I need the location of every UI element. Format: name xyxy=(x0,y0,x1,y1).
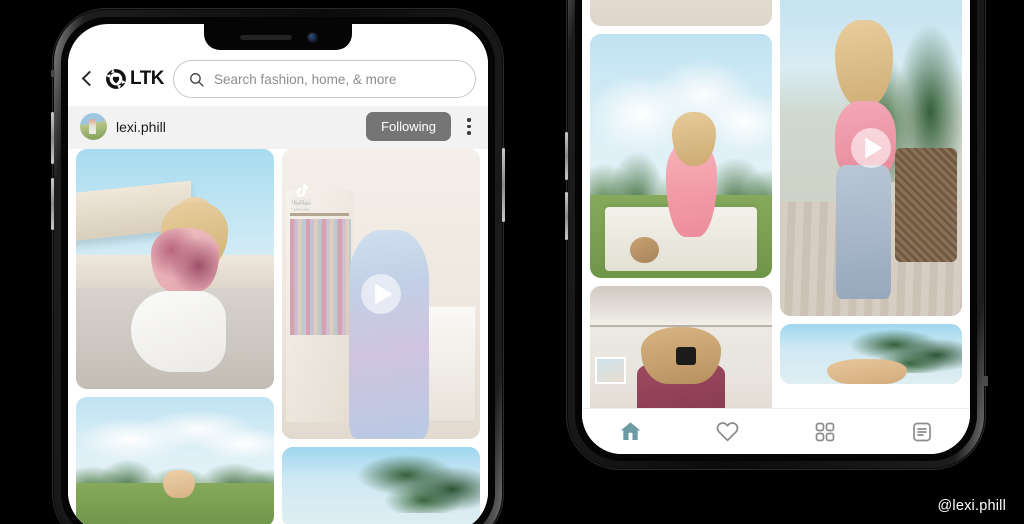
creator-username: lexi.phill xyxy=(116,118,166,135)
search-icon xyxy=(190,72,204,87)
tile-mirror-photo xyxy=(590,286,772,422)
tile-parking-lot-photo xyxy=(76,149,274,389)
ltk-heart-logo-icon xyxy=(106,68,126,90)
list-item[interactable] xyxy=(76,149,274,389)
grid-icon xyxy=(815,422,834,441)
tab-home[interactable] xyxy=(582,419,679,444)
list-item[interactable] xyxy=(76,397,274,524)
creator-row: lexi.phill Following xyxy=(68,106,488,149)
ltk-brand: LTK xyxy=(105,68,165,90)
right-phone-device xyxy=(565,0,988,470)
tiktok-handle: @lexi.phill xyxy=(292,206,310,210)
play-ring-icon xyxy=(865,138,882,158)
left-phone-mute-switch[interactable] xyxy=(51,70,55,77)
left-feed-column-2: TikTok @lexi.phill xyxy=(282,149,480,524)
earpiece-speaker xyxy=(239,34,292,40)
list-icon xyxy=(912,422,931,441)
right-phone-volume-up-button[interactable] xyxy=(565,132,568,180)
tiktok-icon xyxy=(296,183,308,197)
right-feed xyxy=(582,0,970,422)
list-item[interactable] xyxy=(590,0,772,26)
list-item[interactable] xyxy=(590,286,772,422)
left-phone-screen: LTK Search fashion, home, & more lexi.ph… xyxy=(68,24,488,524)
right-feed-column-1 xyxy=(590,0,772,422)
heart-icon xyxy=(716,422,739,442)
search-placeholder: Search fashion, home, & more xyxy=(214,71,397,87)
wall-art xyxy=(595,356,627,384)
right-phone-volume-down-button[interactable] xyxy=(565,192,568,240)
left-phone-volume-up-button[interactable] xyxy=(51,112,54,164)
tab-shop[interactable] xyxy=(776,420,873,444)
tile-bottom-strip-photo xyxy=(282,447,480,524)
left-feed-column-1 xyxy=(76,149,274,524)
tile-sky-tree-photo xyxy=(780,324,962,384)
brand-text: LTK xyxy=(130,68,165,89)
left-phone-device: LTK Search fashion, home, & more lexi.ph… xyxy=(51,8,505,524)
left-phone-notch xyxy=(204,24,352,50)
right-phone-screen xyxy=(582,0,970,454)
bottom-tab-bar xyxy=(582,408,970,454)
right-phone-power-button[interactable] xyxy=(983,376,988,386)
play-ring-icon xyxy=(375,284,392,304)
app-header: LTK Search fashion, home, & more xyxy=(68,50,488,106)
tile-picnic-photo xyxy=(590,34,772,278)
home-icon xyxy=(620,422,641,441)
search-input[interactable]: Search fashion, home, & more xyxy=(173,60,476,98)
list-item[interactable] xyxy=(780,0,962,316)
list-item[interactable] xyxy=(282,447,480,524)
left-phone-volume-down-button[interactable] xyxy=(51,178,54,230)
tiktok-label: TikTok xyxy=(291,199,311,205)
kebab-menu-icon[interactable] xyxy=(460,118,478,135)
tab-favorites[interactable] xyxy=(679,419,776,444)
follow-button[interactable]: Following xyxy=(366,112,451,141)
tile-park-sky-photo xyxy=(76,397,274,524)
left-feed: TikTok @lexi.phill xyxy=(68,149,488,524)
right-feed-column-2 xyxy=(780,0,962,422)
list-item[interactable] xyxy=(590,34,772,278)
back-chevron-icon[interactable] xyxy=(78,70,96,88)
tiktok-watermark: TikTok @lexi.phill xyxy=(288,183,314,210)
left-phone-power-button[interactable] xyxy=(502,148,505,222)
screenshot-stage: LTK Search fashion, home, & more lexi.ph… xyxy=(0,0,1024,524)
list-item[interactable]: TikTok @lexi.phill xyxy=(282,149,480,439)
handle-watermark: @lexi.phill xyxy=(937,498,1006,514)
creator-avatar[interactable] xyxy=(80,113,107,140)
list-item[interactable] xyxy=(780,324,962,384)
front-camera-icon xyxy=(307,32,317,42)
tab-menu[interactable] xyxy=(873,420,970,444)
